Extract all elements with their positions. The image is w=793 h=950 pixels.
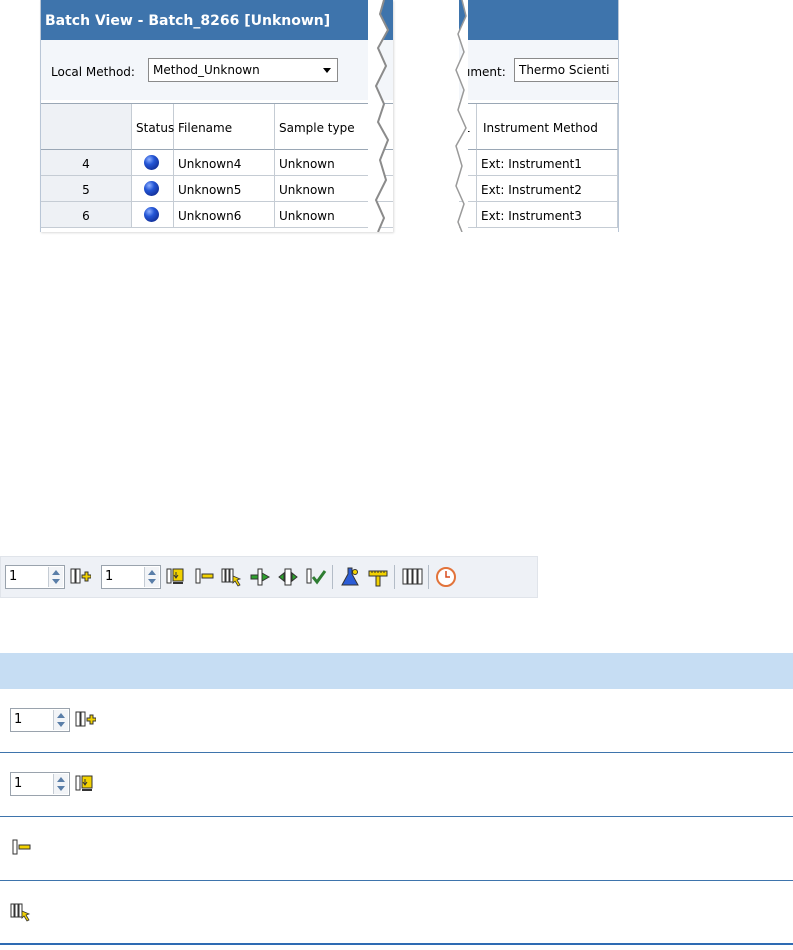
add-count-spinner[interactable]: 1	[10, 708, 70, 732]
spinner-buttons[interactable]	[53, 774, 68, 794]
instrument-method-cell[interactable]: Ext: Instrument2	[477, 176, 618, 202]
filename-cell[interactable]: Unknown5	[174, 176, 275, 202]
instrument-method-cell[interactable]: Ext: Instrument3	[477, 202, 618, 228]
batch-view-title: Batch View - Batch_8266 [Unknown]	[45, 13, 331, 29]
status-cell	[132, 202, 174, 228]
table-row: 1	[0, 689, 793, 753]
row-number-header	[41, 104, 132, 150]
instrument-row: ıment: Thermo Scienti	[459, 40, 618, 100]
insert-samples-icon[interactable]	[165, 566, 187, 588]
insert-count-spinner[interactable]: 1	[101, 565, 161, 589]
row-number[interactable]: 4	[41, 150, 132, 176]
spin-down-icon	[57, 722, 65, 727]
batch-view-titlebar-right	[459, 0, 618, 40]
filename-cell[interactable]: Unknown4	[174, 150, 275, 176]
spin-up-icon	[57, 713, 65, 718]
row-number[interactable]: 6	[41, 202, 132, 228]
torn-edge-right	[455, 0, 468, 232]
column-header-instrument-method[interactable]: Instrument Method	[477, 104, 618, 150]
move-both-icon[interactable]	[277, 566, 299, 588]
column-header-filename[interactable]: Filename	[174, 104, 275, 150]
clock-icon[interactable]	[435, 566, 457, 588]
local-method-label: Local Method:	[51, 65, 135, 79]
local-method-value: Method_Unknown	[153, 63, 260, 77]
remove-sample-icon[interactable]	[193, 566, 215, 588]
spin-up-icon	[57, 777, 65, 782]
spin-down-icon	[148, 579, 156, 584]
flask-icon[interactable]	[339, 566, 361, 588]
status-cell	[132, 150, 174, 176]
toolbar-separator	[332, 565, 333, 589]
remove-sample-icon[interactable]	[10, 837, 32, 859]
add-count-value: 1	[9, 569, 18, 584]
add-count-value: 1	[14, 712, 23, 727]
table-row	[0, 881, 793, 945]
insert-count-value: 1	[14, 776, 23, 791]
move-right-icon[interactable]	[249, 566, 271, 588]
chevron-down-icon	[323, 68, 331, 73]
spinner-buttons[interactable]	[53, 710, 68, 730]
sample-grid-right: 1 Instrument Method Ext: Instrument1 Ext…	[459, 103, 618, 232]
column-header-status[interactable]: Status	[132, 104, 174, 150]
spin-down-icon	[57, 786, 65, 791]
add-samples-icon[interactable]	[74, 709, 96, 731]
spin-down-icon	[52, 579, 60, 584]
status-cell	[132, 176, 174, 202]
add-count-spinner[interactable]: 1	[5, 565, 65, 589]
ruler-icon[interactable]	[367, 566, 389, 588]
torn-edge-left	[368, 0, 390, 232]
batch-view-window-right: ıment: Thermo Scienti 1 Instrument Metho…	[459, 0, 619, 232]
status-ball-icon	[144, 181, 159, 196]
instrument-method-cell[interactable]: Ext: Instrument1	[477, 150, 618, 176]
insert-count-value: 1	[105, 569, 114, 584]
sample-grid: Status Filename Sample type 4 Unknown4 U…	[41, 103, 393, 232]
fill-down-icon[interactable]	[221, 566, 243, 588]
instrument-label: ıment:	[467, 65, 506, 79]
toolbar-separator	[394, 565, 395, 589]
spin-up-icon	[148, 570, 156, 575]
add-samples-icon[interactable]	[69, 566, 91, 588]
status-ball-icon	[144, 207, 159, 222]
instrument-dropdown[interactable]: Thermo Scienti	[514, 58, 618, 82]
spinner-buttons[interactable]	[48, 567, 63, 587]
batch-toolbar: 1 1	[0, 556, 538, 598]
local-method-row: Local Method: Method_Unknown	[41, 40, 393, 100]
status-ball-icon	[144, 155, 159, 170]
batch-view-window: Batch View - Batch_8266 [Unknown] Local …	[40, 0, 393, 232]
fill-down-icon[interactable]	[10, 901, 32, 923]
table-row	[0, 817, 793, 881]
table-header	[0, 653, 793, 689]
filename-cell[interactable]: Unknown6	[174, 202, 275, 228]
spinner-buttons[interactable]	[144, 567, 159, 587]
check-sample-icon[interactable]	[305, 566, 327, 588]
toolbar-separator	[428, 565, 429, 589]
insert-count-spinner[interactable]: 1	[10, 772, 70, 796]
row-number[interactable]: 5	[41, 176, 132, 202]
vials-icon[interactable]	[401, 566, 423, 588]
local-method-dropdown[interactable]: Method_Unknown	[148, 58, 338, 82]
table-row: 1	[0, 753, 793, 817]
batch-view-titlebar: Batch View - Batch_8266 [Unknown]	[41, 0, 393, 40]
instrument-value: Thermo Scienti	[519, 63, 610, 77]
spin-up-icon	[52, 570, 60, 575]
insert-samples-icon[interactable]	[74, 773, 96, 795]
